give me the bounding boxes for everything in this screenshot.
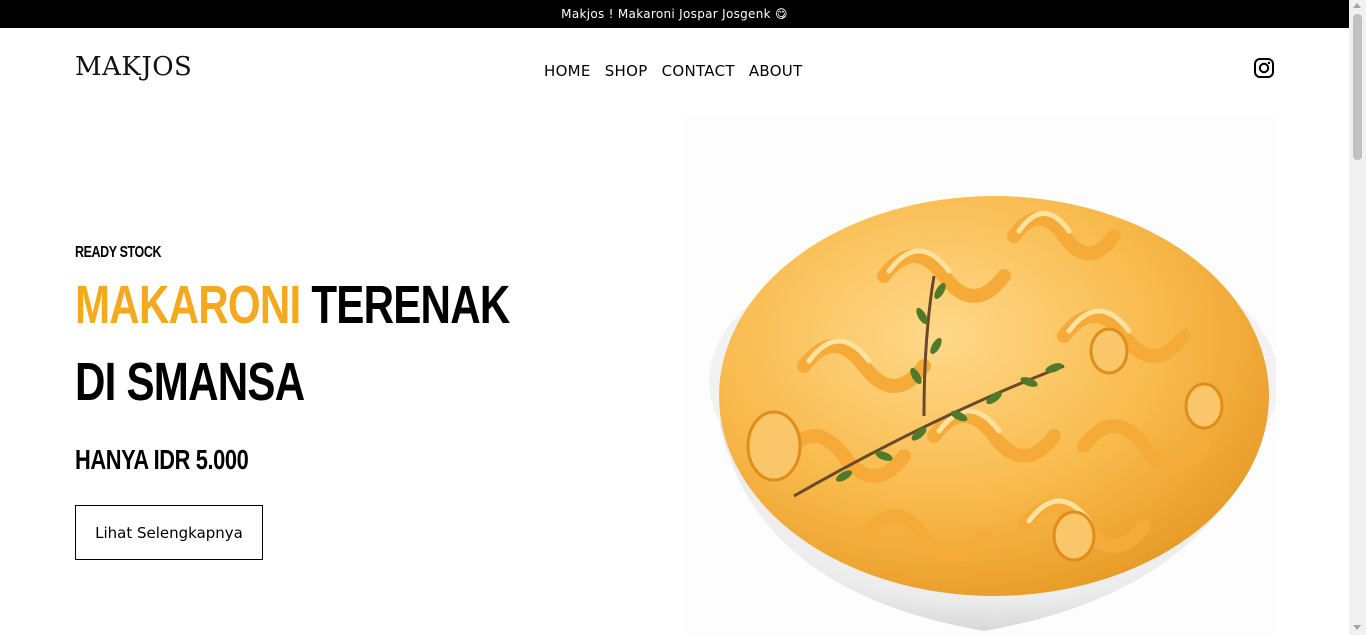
nav-contact[interactable]: CONTACT — [662, 62, 735, 80]
hero-headline-line2: DI SMANSA — [75, 352, 305, 412]
scroll-down-arrow[interactable] — [1353, 625, 1361, 630]
hero-section: READY STOCK MAKARONI TERENAK DI SMANSA H… — [75, 0, 635, 635]
scroll-up-arrow[interactable] — [1353, 3, 1361, 8]
page-scrollbar[interactable] — [1349, 0, 1366, 635]
scroll-thumb[interactable] — [1353, 14, 1362, 160]
nav-about[interactable]: ABOUT — [749, 62, 803, 80]
see-more-button[interactable]: Lihat Selengkapnya — [75, 505, 263, 560]
headline-rest: TERENAK — [311, 275, 510, 335]
hero-eyebrow: READY STOCK — [75, 244, 162, 261]
hero-headline: MAKARONI TERENAK — [75, 275, 510, 335]
hero-price: HANYA IDR 5.000 — [75, 444, 249, 475]
headline-accent: MAKARONI — [75, 275, 301, 335]
instagram-icon[interactable] — [1253, 57, 1275, 79]
hero-product-image — [684, 116, 1276, 635]
